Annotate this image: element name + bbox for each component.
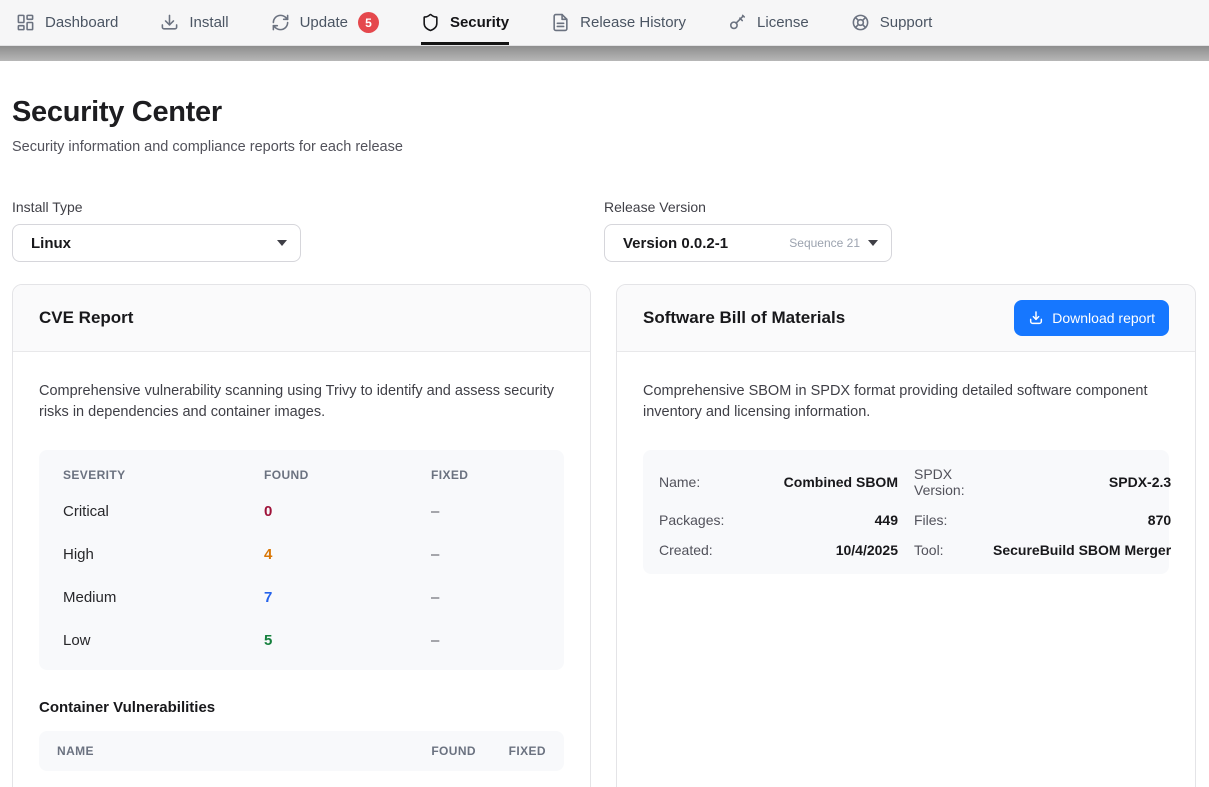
cve-card-body: Comprehensive vulnerability scanning usi… xyxy=(13,352,590,787)
install-type-filter: Install Type Linux xyxy=(12,199,579,262)
sbom-card-header: Software Bill of Materials Download repo… xyxy=(617,285,1195,352)
sbom-packages-label: Packages: xyxy=(659,512,749,528)
sbom-description: Comprehensive SBOM in SPDX format provid… xyxy=(643,381,1169,424)
sbom-spdx-label: SPDX Version: xyxy=(898,466,993,498)
top-nav: Dashboard Install Update 5 Security Rele… xyxy=(0,0,1209,46)
refresh-icon xyxy=(271,13,290,32)
sbom-card: Software Bill of Materials Download repo… xyxy=(616,284,1196,787)
divider-band xyxy=(0,46,1209,61)
col-found: FOUND xyxy=(396,744,476,758)
update-count-badge: 5 xyxy=(358,12,379,33)
nav-label: Dashboard xyxy=(45,14,118,31)
sbom-name-value: Combined SBOM xyxy=(749,474,898,490)
download-icon xyxy=(160,13,179,32)
table-row-critical: Critical 0 – xyxy=(39,490,564,533)
container-table-header: NAME FOUND FIXED xyxy=(39,731,564,771)
col-fixed: FIXED xyxy=(431,468,540,482)
nav-item-install[interactable]: Install xyxy=(160,0,228,45)
nav-item-license[interactable]: License xyxy=(728,0,809,45)
key-icon xyxy=(728,13,747,32)
sbom-tool-label: Tool: xyxy=(898,542,993,558)
sbom-files-value: 870 xyxy=(993,512,1171,528)
sbom-spdx-value: SPDX-2.3 xyxy=(993,474,1171,490)
nav-item-security[interactable]: Security xyxy=(421,0,509,45)
severity-table: SEVERITY FOUND FIXED Critical 0 – High 4… xyxy=(39,450,564,670)
nav-label: Update xyxy=(300,14,348,31)
sequence-label: Sequence 21 xyxy=(789,236,860,250)
filters-row: Install Type Linux Release Version Versi… xyxy=(12,199,1196,262)
release-version-filter: Release Version Version 0.0.2-1 Sequence… xyxy=(604,199,1171,262)
col-found: FOUND xyxy=(264,468,431,482)
download-report-label: Download report xyxy=(1052,310,1155,326)
nav-label: License xyxy=(757,14,809,31)
sbom-info-grid: Name: Combined SBOM SPDX Version: SPDX-2… xyxy=(643,450,1169,574)
sbom-packages-value: 449 xyxy=(749,512,898,528)
nav-label: Support xyxy=(880,14,933,31)
nav-item-dashboard[interactable]: Dashboard xyxy=(16,0,118,45)
cards-row: CVE Report Comprehensive vulnerability s… xyxy=(12,284,1196,787)
severity-table-header: SEVERITY FOUND FIXED xyxy=(39,453,564,490)
download-icon xyxy=(1028,310,1044,326)
install-type-label: Install Type xyxy=(12,199,579,215)
page-content: Security Center Security information and… xyxy=(0,96,1209,787)
chevron-down-icon xyxy=(277,240,287,246)
dashboard-icon xyxy=(16,13,35,32)
release-version-select[interactable]: Version 0.0.2-1 Sequence 21 xyxy=(604,224,892,262)
nav-label: Security xyxy=(450,14,509,31)
install-type-value: Linux xyxy=(31,235,71,252)
cve-card-title: CVE Report xyxy=(39,308,133,328)
file-text-icon xyxy=(551,13,570,32)
cve-report-card: CVE Report Comprehensive vulnerability s… xyxy=(12,284,591,787)
cve-description: Comprehensive vulnerability scanning usi… xyxy=(39,381,564,424)
sbom-name-label: Name: xyxy=(659,474,749,490)
col-severity: SEVERITY xyxy=(63,468,264,482)
col-name: NAME xyxy=(57,744,380,758)
install-type-select[interactable]: Linux xyxy=(12,224,301,262)
col-fixed: FIXED xyxy=(492,744,546,758)
nav-label: Install xyxy=(189,14,228,31)
sbom-card-title: Software Bill of Materials xyxy=(643,308,845,328)
page-subtitle: Security information and compliance repo… xyxy=(12,139,1196,155)
nav-label: Release History xyxy=(580,14,686,31)
release-version-value: Version 0.0.2-1 xyxy=(623,235,728,252)
cve-card-header: CVE Report xyxy=(13,285,590,352)
chevron-down-icon xyxy=(868,240,878,246)
release-version-label: Release Version xyxy=(604,199,1171,215)
container-vulnerabilities-title: Container Vulnerabilities xyxy=(39,699,564,716)
nav-item-release-history[interactable]: Release History xyxy=(551,0,686,45)
table-row-medium: Medium 7 – xyxy=(39,576,564,619)
download-report-button[interactable]: Download report xyxy=(1014,300,1169,336)
sbom-card-body: Comprehensive SBOM in SPDX format provid… xyxy=(617,352,1195,603)
page-title: Security Center xyxy=(12,96,1196,129)
sbom-created-value: 10/4/2025 xyxy=(749,542,898,558)
nav-item-support[interactable]: Support xyxy=(851,0,933,45)
table-row-low: Low 5 – xyxy=(39,619,564,662)
table-row-high: High 4 – xyxy=(39,533,564,576)
sbom-files-label: Files: xyxy=(898,512,993,528)
nav-item-update[interactable]: Update 5 xyxy=(271,0,379,45)
shield-icon xyxy=(421,13,440,32)
sbom-created-label: Created: xyxy=(659,542,749,558)
life-buoy-icon xyxy=(851,13,870,32)
sbom-tool-value: SecureBuild SBOM Merger xyxy=(993,542,1171,558)
